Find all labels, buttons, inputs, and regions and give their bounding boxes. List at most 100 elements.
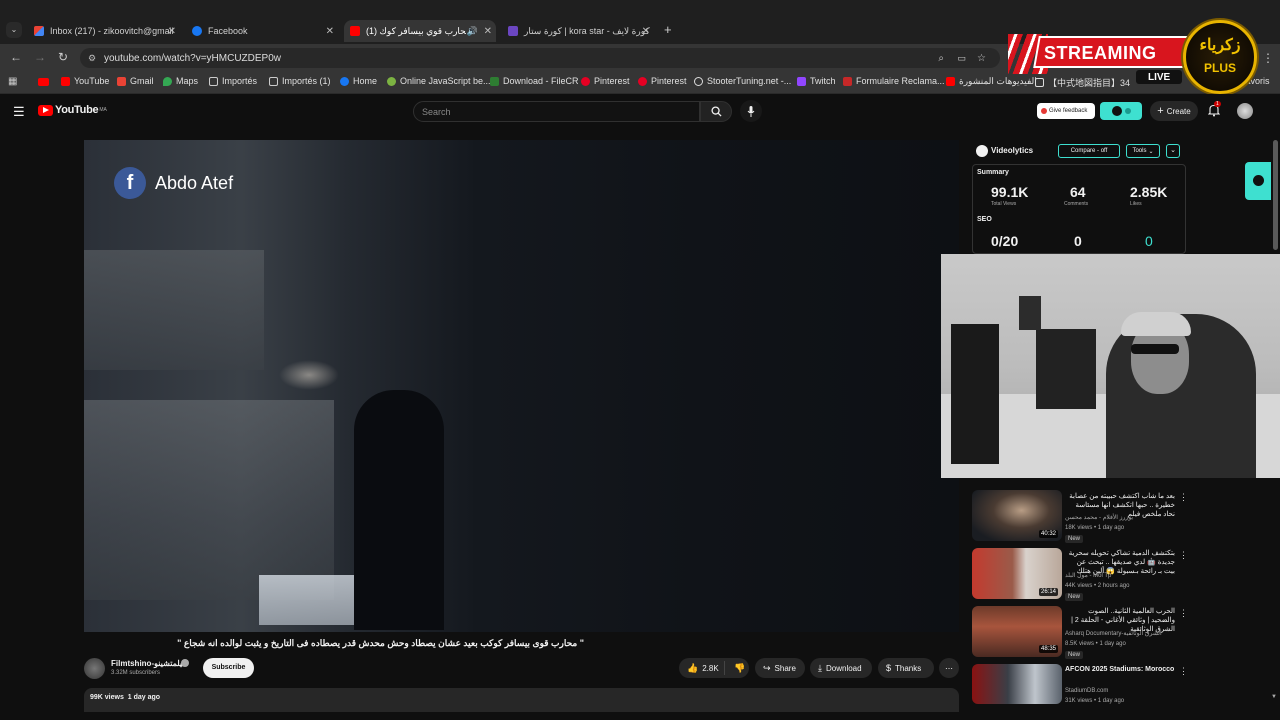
bookmark-maps[interactable]: Maps (163, 76, 198, 86)
hamburger-menu-icon[interactable]: ☰ (13, 104, 25, 120)
scroll-down-arrow-icon[interactable]: ▼ (1271, 694, 1277, 700)
browser-menu-icon[interactable]: ⋮ (1262, 51, 1274, 65)
videolytics-icon (1111, 106, 1122, 116)
more-options-icon[interactable]: ⋮ (1179, 492, 1188, 503)
more-actions-button[interactable]: ⋯ (939, 658, 959, 678)
more-options-icon[interactable]: ⋮ (1179, 608, 1188, 619)
audio-playing-icon[interactable]: 🔊 (467, 26, 478, 37)
verified-icon (181, 659, 189, 667)
bookmark-filecr[interactable]: Download - FileCR (490, 76, 579, 86)
recommendation-channel[interactable]: مول البلد - Mol Tp (1065, 572, 1175, 580)
bookmark-videos-arabic[interactable]: الفيديوهات المنشورة (946, 76, 1037, 87)
tab-youtube-active[interactable]: (1) محارب قوي بيسافر كوك... 🔊 ✕ (344, 20, 496, 42)
videolytics-toggle-button[interactable] (1100, 102, 1142, 120)
page-scrollbar[interactable] (1273, 140, 1278, 250)
address-bar[interactable]: ⚙ youtube.com/watch?v=yHMCUZDEP0w ⌕ ▭ ☆ (80, 48, 1000, 68)
stooter-icon (694, 76, 703, 86)
recommendation-title[interactable]: AFCON 2025 Stadiums: Morocco (1065, 665, 1175, 674)
likes-value: 2.85K (1130, 184, 1168, 200)
bookmark-pinterest-1[interactable]: Pinterest (581, 76, 630, 86)
filecr-icon (490, 76, 499, 86)
brand-logo-badge: زكرياء PLUS (1183, 20, 1257, 94)
bookmark-js-beautifier[interactable]: Online JavaScript be... (387, 76, 491, 86)
recommendation-channel[interactable]: يوزرز الأفلام - محمد محسن (1065, 514, 1175, 522)
subscribe-button[interactable]: Subscribe (203, 658, 254, 678)
tab-label: Inbox (217) - zikoovitch@gmail (50, 26, 174, 36)
videolytics-name: Videolytics (991, 146, 1034, 155)
search-icon (710, 106, 722, 117)
avatar[interactable] (1237, 103, 1253, 119)
voice-search-button[interactable] (740, 100, 762, 122)
channel-name[interactable]: Filmtshino-فيلمتشينو (111, 659, 186, 668)
thumbs-up-icon: 👍 (687, 662, 699, 673)
search-input[interactable]: Search (413, 101, 700, 122)
recommendation-channel[interactable]: StadiumDB.com (1065, 687, 1175, 695)
give-feedback-button[interactable]: Give feedback (1037, 103, 1095, 119)
video-scene-figure (354, 390, 444, 630)
reload-button[interactable]: ↻ (58, 50, 68, 64)
dislike-button[interactable]: 👎 (729, 663, 745, 674)
close-icon[interactable]: ✕ (484, 26, 492, 37)
close-icon[interactable]: ✕ (642, 26, 650, 37)
youtube-logo[interactable]: YouTube MA (38, 104, 107, 116)
tab-facebook[interactable]: Facebook ✕ (186, 20, 338, 42)
recommendation-meta: 18K views • 1 day ago (1065, 525, 1125, 531)
microphone-icon (747, 105, 755, 117)
bookmark-pinterest-2[interactable]: Pinterest (638, 76, 687, 86)
duration-badge: 48:35 (1039, 645, 1059, 653)
tab-list-dropdown-icon[interactable]: ⌄ (6, 22, 22, 38)
youtube-bookmark-icon[interactable] (38, 78, 49, 86)
description-box[interactable]: 99K views 1 day ago (84, 688, 959, 712)
install-icon[interactable]: ▭ (957, 53, 966, 64)
download-button[interactable]: ⤓ Download (810, 658, 872, 678)
bookmark-formulaire[interactable]: Formulaire Reclama... (843, 76, 945, 86)
bookmark-label: YouTube (74, 76, 110, 86)
create-button[interactable]: + Create (1150, 101, 1198, 121)
close-icon[interactable]: ✕ (168, 26, 176, 37)
streaming-text: STREAMING (1044, 43, 1157, 63)
new-tab-button[interactable]: + (664, 22, 672, 37)
tab-gmail[interactable]: Inbox (217) - zikoovitch@gmail ✕ (28, 20, 180, 42)
search-button[interactable] (700, 101, 732, 122)
webcam-pc-tower-2 (1036, 329, 1096, 409)
bookmark-home[interactable]: Home (340, 76, 377, 86)
watermark-name: Abdo Atef (155, 173, 234, 193)
videolytics-side-tab[interactable] (1245, 162, 1271, 200)
zoom-icon[interactable]: ⌕ (938, 53, 944, 64)
bookmark-label: Formulaire Reclama... (856, 76, 945, 86)
recommendation-channel[interactable]: Asharq Documentary-الشرق الوثائقية (1065, 630, 1175, 638)
compare-toggle-button[interactable]: Compare - off (1058, 144, 1120, 158)
more-options-icon[interactable]: ⋮ (1179, 666, 1188, 677)
bookmark-stootertuning[interactable]: StooterTuning.net -... (694, 76, 791, 86)
tools-dropdown[interactable]: Tools ⌄ (1126, 144, 1160, 158)
new-badge: New (1065, 535, 1084, 543)
back-button[interactable]: ← (10, 50, 22, 64)
forward-button[interactable]: → (34, 50, 46, 64)
notifications-button[interactable]: 1 (1208, 101, 1221, 117)
bookmark-label: Maps (176, 76, 199, 86)
webcam-cap (1121, 312, 1191, 336)
url-text: youtube.com/watch?v=yHMCUZDEP0w (104, 52, 282, 64)
recommendation-thumbnail[interactable] (972, 664, 1062, 704)
tab-korastar[interactable]: كورة ستار | kora star - كورة لايف ✕ (502, 20, 654, 42)
bookmark-twitch[interactable]: Twitch (797, 76, 836, 86)
bookmark-importes[interactable]: Importés (209, 76, 257, 86)
bookmark-label: الفيديوهات المنشورة (959, 76, 1037, 86)
channel-avatar[interactable] (84, 658, 105, 679)
close-icon[interactable]: ✕ (326, 26, 334, 37)
bookmark-chinese[interactable]: 【中式地図指目】34 (1035, 76, 1130, 89)
share-button[interactable]: ↪ Share (755, 658, 805, 678)
video-player[interactable]: f Abdo Atef (84, 140, 959, 632)
thanks-button[interactable]: $ Thanks (878, 658, 934, 678)
more-options-icon[interactable]: ⋮ (1179, 550, 1188, 561)
twitch-icon (797, 76, 806, 86)
bookmark-gmail[interactable]: Gmail (117, 76, 154, 86)
apps-grid-icon[interactable]: ▦ (8, 76, 17, 87)
subscriber-count: 3.32M subscribers (111, 670, 161, 676)
bookmark-youtube[interactable]: YouTube (61, 76, 109, 86)
site-info-icon[interactable]: ⚙ (88, 53, 96, 64)
like-button[interactable]: 👍 2.8K (679, 661, 725, 675)
bookmark-star-icon[interactable]: ☆ (977, 53, 986, 64)
panel-collapse-button[interactable]: ⌄ (1166, 144, 1180, 158)
bookmark-importes-1[interactable]: Importés (1) (269, 76, 331, 86)
